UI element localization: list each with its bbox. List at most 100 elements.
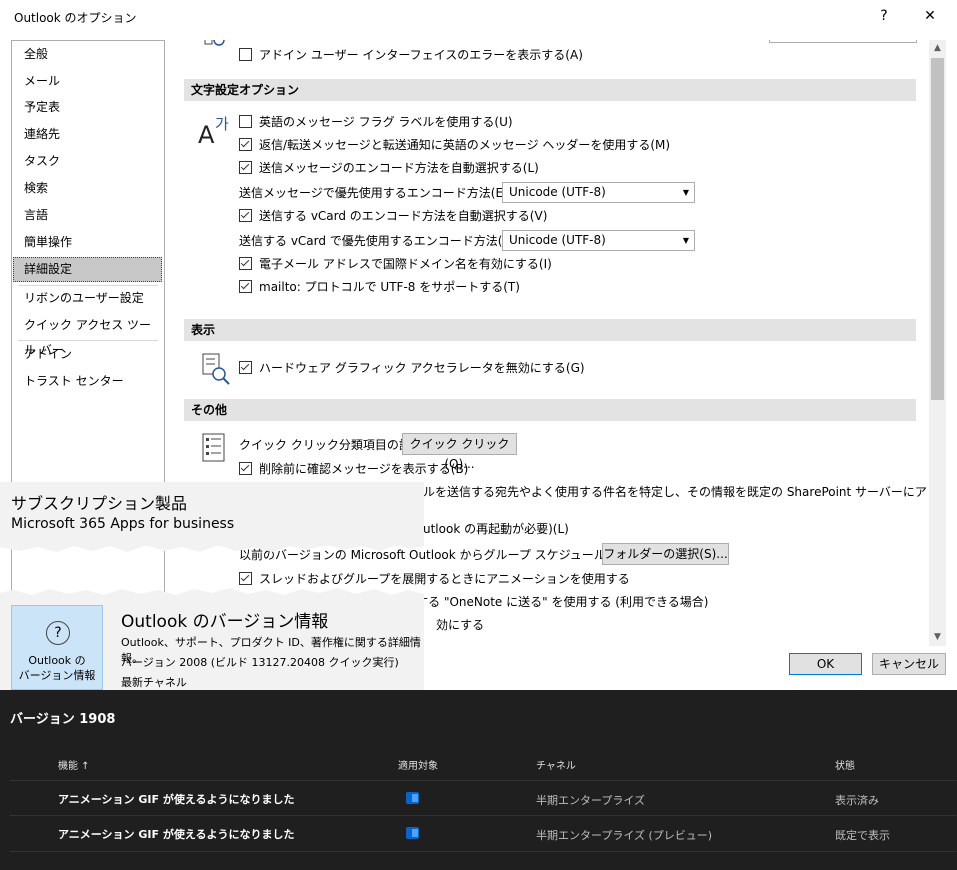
nav-item-advanced[interactable]: 詳細設定 [13,257,162,282]
nav-item-calendar[interactable]: 予定表 [13,95,162,120]
option-label: 電子メール アドレスで国際ドメイン名を有効にする(I) [259,257,552,271]
checkbox[interactable] [239,48,252,61]
close-button[interactable]: ✕ [918,6,942,26]
auto-encoding-option[interactable]: 送信メッセージのエンコード方法を自動選択する(L) [239,160,539,176]
column-header-channel[interactable]: チャネル [536,757,576,772]
feature-name: アニメーション GIF が使えるようになりました [58,793,295,806]
nav-item-language[interactable]: 言語 [13,203,162,228]
scroll-thumb[interactable] [931,58,944,400]
nav-item-trust-center[interactable]: トラスト センター [13,369,162,394]
nav-item-customize-ribbon[interactable]: リボンのユーザー設定 [13,286,162,311]
nav-item-quick-access-toolbar[interactable]: クイック アクセス ツール バー [13,313,162,357]
feature-name: アニメーション GIF が使えるようになりました [58,828,295,841]
checkbox[interactable] [239,138,252,151]
channel-value: 半期エンタープライズ [536,794,646,807]
row-divider [10,815,956,816]
svg-text:가: 가 [215,115,229,133]
section-display: 表示 [184,319,916,341]
select-value: Unicode (UTF-8) [509,185,606,199]
preferred-encoding-label: 送信メッセージで優先使用するエンコード方法(E): [239,186,512,200]
enable-option-fragment: 効にする [436,618,485,632]
quick-click-label: クイック クリック分類項目の設定: [239,438,427,452]
about-outlook-button[interactable]: ? Outlook のバージョン情報 [11,605,103,690]
confirm-delete-option[interactable]: 削除前に確認メッセージを表示する(B) [239,461,468,477]
column-header-applies-to[interactable]: 適用対象 [398,757,438,772]
nav-item-search[interactable]: 検索 [13,176,162,201]
nav-item-accessibility[interactable]: 簡単操作 [13,230,162,255]
option-label: 送信する vCard のエンコード方法を自動選択する(V) [259,209,548,223]
help-button[interactable]: ? [872,6,896,26]
mailto-utf8-option[interactable]: mailto: プロトコルで UTF-8 をサポートする(T) [239,279,520,295]
display-search-icon [202,353,230,385]
option-label: 返信/転送メッセージと転送通知に英語のメッセージ ヘッダーを使用する(M) [259,138,671,152]
column-header-feature[interactable]: 機能 ↑ [58,757,90,772]
about-panel: ? Outlook のバージョン情報 Outlook のバージョン情報 Outl… [0,598,424,690]
torn-edge [0,540,424,552]
title-bar: Outlook のオプション ? ✕ [0,0,957,34]
checkbox[interactable] [239,361,252,374]
option-label: 英語のメッセージ フラグ ラベルを使用する(U) [259,115,513,129]
option-label: 送信メッセージのエンコード方法を自動選択する(L) [259,161,539,175]
about-title: Outlook のバージョン情報 [121,612,329,632]
checkbox[interactable] [239,257,252,270]
checkbox[interactable] [239,462,252,475]
ok-button[interactable]: OK [789,653,862,675]
option-label: 削除前に確認メッセージを表示する(B) [259,462,469,476]
vertical-scrollbar[interactable]: ▲ ▼ [929,40,946,646]
option-label: ハードウェア グラフィック アクセラレータを無効にする(G) [259,361,585,375]
nav-item-tasks[interactable]: タスク [13,149,162,174]
quick-click-button[interactable]: クイック クリック(Q)... [402,433,517,471]
vcard-encoding-label: 送信する vCard で優先使用するエンコード方法(R): [239,234,520,248]
hardware-acceleration-option[interactable]: ハードウェア グラフィック アクセラレータを無効にする(G) [239,360,585,376]
checkbox[interactable] [239,209,252,222]
vcard-auto-encoding-option[interactable]: 送信する vCard のエンコード方法を自動選択する(V) [239,208,547,224]
outlook-app-icon [406,827,419,839]
about-button-line2: バージョン情報 [18,669,96,682]
nav-item-contacts[interactable]: 連絡先 [13,122,162,147]
svg-text:A: A [198,121,215,147]
section-text-options: 文字設定オプション [184,79,916,101]
cancel-button[interactable]: キャンセル [872,653,946,675]
preferred-encoding-select[interactable]: Unicode (UTF-8) ▼ [502,182,695,203]
text-direction-icon: A가 [198,115,229,147]
column-header-status[interactable]: 状態 [835,757,855,772]
scroll-down-icon[interactable]: ▼ [929,629,946,646]
onenote-option-fragment: No 対する "OneNote に送る" を使用する (利用できる場合) [384,595,709,609]
outlook-app-icon [406,792,419,804]
sharepoint-option-fragment: ルを送信する宛先やよく使用する件名を特定し、その情報を既定の SharePoin… [423,485,928,499]
outlook-options-dialog: Outlook のオプション ? ✕ 全般 メール 予定表 連絡先 タスク 検索… [0,0,957,690]
english-headers-option[interactable]: 返信/転送メッセージと転送通知に英語のメッセージ ヘッダーを使用する(M) [239,137,670,153]
list-document-icon [202,433,225,462]
status-value: 表示済み [835,794,879,807]
subscription-heading: サブスクリプション製品 [11,494,188,513]
option-label: mailto: プロトコルで UTF-8 をサポートする(T) [259,280,520,294]
about-button-line1: Outlook の [28,654,86,667]
english-flag-label-option[interactable]: 英語のメッセージ フラグ ラベルを使用する(U) [239,114,513,130]
vcard-encoding-select[interactable]: Unicode (UTF-8) ▼ [502,230,695,251]
nav-separator [18,340,158,341]
version-info: バージョン 2008 (ビルド 13127.20408 クイック実行) [121,656,399,669]
row-divider [10,780,956,781]
subscription-product-panel: サブスクリプション製品 Microsoft 365 Apps for busin… [0,482,424,546]
addin-ui-error-option[interactable]: アドイン ユーザー インターフェイスのエラーを表示する(A) [239,47,583,63]
scroll-up-icon[interactable]: ▲ [929,40,946,57]
nav-item-general[interactable]: 全般 [13,42,162,67]
nav-item-mail[interactable]: メール [13,69,162,94]
select-folder-button[interactable]: フォルダーの選択(S)... [602,543,729,565]
dropdown-arrow-icon: ▼ [682,188,689,197]
status-value: 既定で表示 [835,829,890,842]
checkbox[interactable] [239,115,252,128]
nav-item-addins[interactable]: アドイン [13,342,162,367]
about-button-label: Outlook のバージョン情報 [12,653,102,683]
checkbox[interactable] [239,161,252,174]
dropdown-arrow-icon: ▼ [682,236,689,245]
product-name: Microsoft 365 Apps for business [11,516,235,532]
update-channel: 最新チャネル [121,676,187,689]
window-title: Outlook のオプション [14,11,137,25]
select-value: Unicode (UTF-8) [509,233,606,247]
idn-option[interactable]: 電子メール アドレスで国際ドメイン名を有効にする(I) [239,256,552,272]
section-other: その他 [184,399,916,421]
gear-icon [204,40,225,46]
row-divider [10,851,956,852]
checkbox[interactable] [239,280,252,293]
